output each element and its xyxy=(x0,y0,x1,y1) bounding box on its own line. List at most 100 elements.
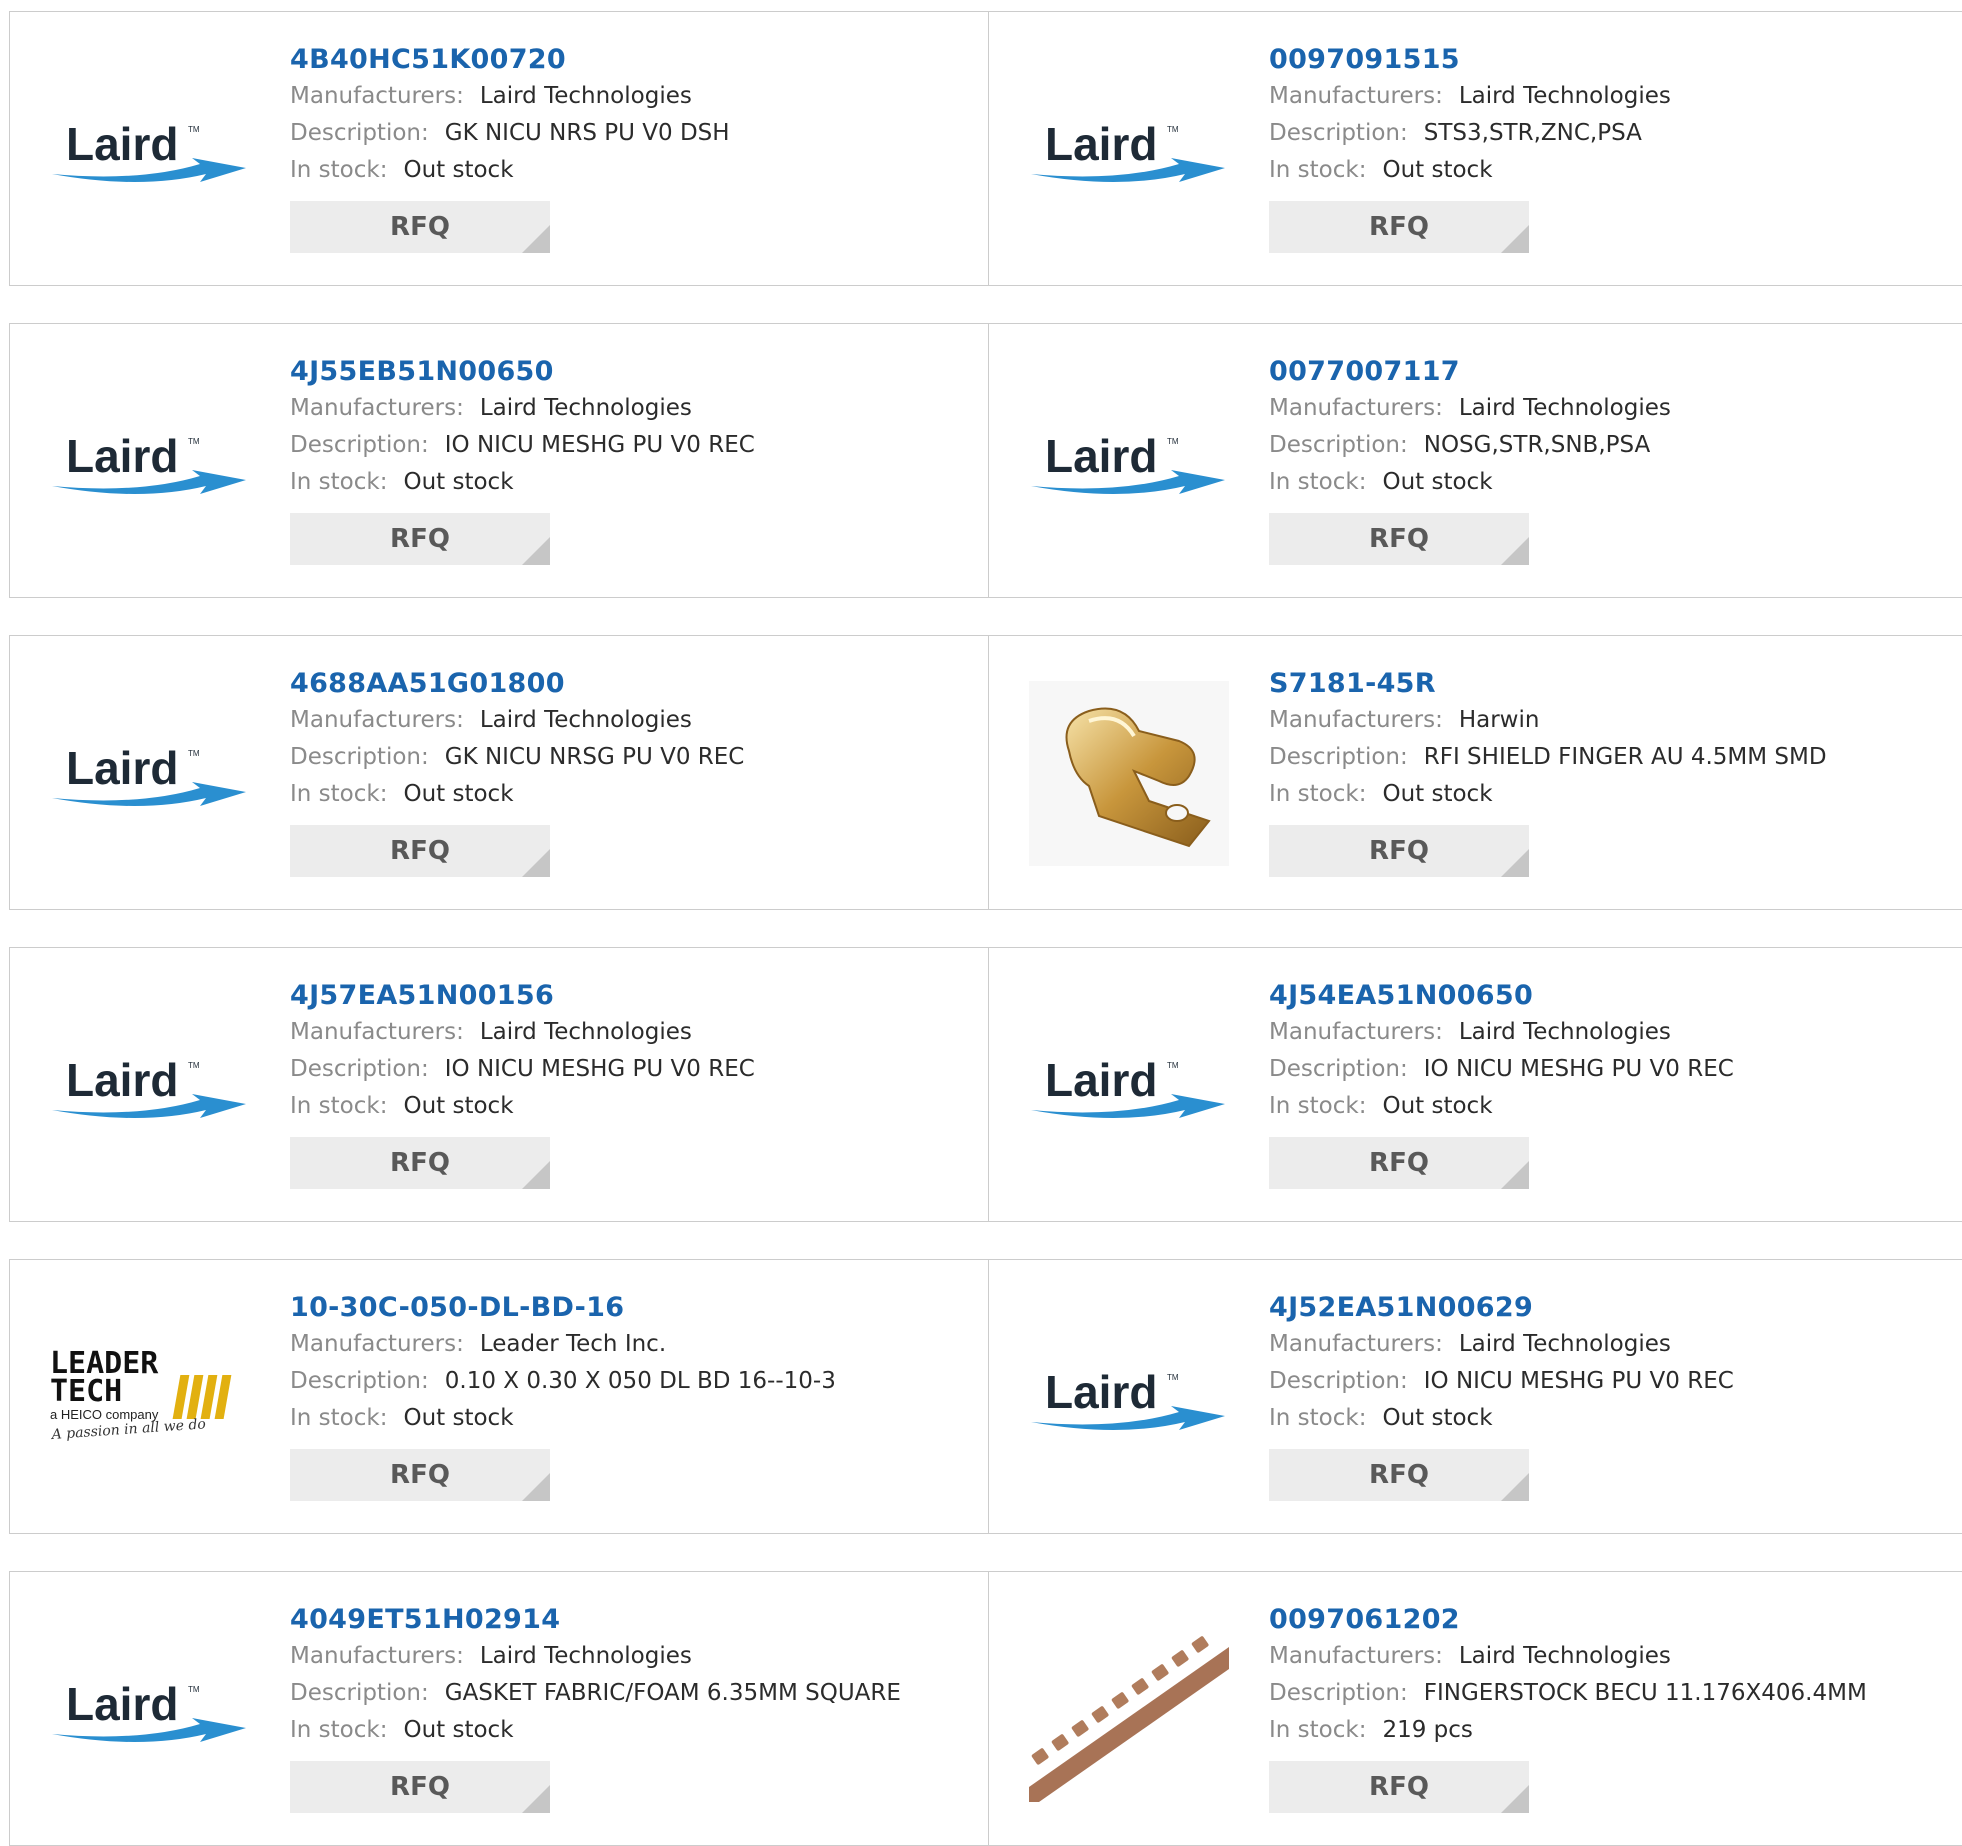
manufacturer-value: Laird Technologies xyxy=(1458,395,1671,421)
manufacturer-label: Manufacturers: xyxy=(1269,1643,1443,1669)
product-image[interactable]: Laird TM xyxy=(1029,57,1229,242)
rfq-button[interactable]: RFQ xyxy=(1269,513,1529,565)
product-image[interactable] xyxy=(1029,1617,1229,1802)
manufacturer-row: Manufacturers: Laird Technologies xyxy=(1269,1638,1961,1675)
part-number-link[interactable]: 4B40HC51K00720 xyxy=(290,42,978,78)
rfq-button[interactable]: RFQ xyxy=(290,201,550,253)
rfq-button-label: RFQ xyxy=(390,836,450,866)
product-grid: Laird TM 4B40HC51K00720 Manufacturers: Lai… xyxy=(0,0,1962,1846)
product-card-0097091515: Laird TM 0097091515 Manufacturers: Laird T… xyxy=(988,11,1962,286)
corner-triangle-icon xyxy=(1501,1785,1529,1813)
part-number-link[interactable]: 0077007117 xyxy=(1269,354,1961,390)
corner-triangle-icon xyxy=(522,1785,550,1813)
rfq-button[interactable]: RFQ xyxy=(290,1449,550,1501)
manufacturer-row: Manufacturers: Laird Technologies xyxy=(290,390,978,427)
manufacturer-value: Laird Technologies xyxy=(479,83,692,109)
rfq-button-label: RFQ xyxy=(390,1772,450,1802)
stock-row: In stock: Out stock xyxy=(1269,1088,1961,1125)
description-label: Description: xyxy=(290,744,429,770)
stock-label: In stock: xyxy=(290,781,388,807)
description-label: Description: xyxy=(1269,1680,1408,1706)
stock-value: Out stock xyxy=(1382,157,1493,183)
description-label: Description: xyxy=(1269,1056,1408,1082)
rfq-button[interactable]: RFQ xyxy=(1269,825,1529,877)
rfq-button[interactable]: RFQ xyxy=(290,1761,550,1813)
laird-logo-text: Laird xyxy=(1045,1054,1157,1106)
product-image[interactable] xyxy=(1029,681,1229,866)
manufacturer-value: Laird Technologies xyxy=(1458,1643,1671,1669)
stock-label: In stock: xyxy=(1269,157,1367,183)
description-label: Description: xyxy=(1269,744,1408,770)
manufacturer-row: Manufacturers: Laird Technologies xyxy=(1269,390,1961,427)
rfq-button[interactable]: RFQ xyxy=(1269,1449,1529,1501)
part-number-link[interactable]: 4J54EA51N00650 xyxy=(1269,978,1961,1014)
laird-logo-text: Laird xyxy=(1045,430,1157,482)
laird-logo: Laird TM xyxy=(1031,1366,1225,1430)
svg-text:TM: TM xyxy=(188,437,200,446)
product-image[interactable]: Laird TM xyxy=(50,1617,250,1802)
manufacturer-value: Laird Technologies xyxy=(479,1643,692,1669)
manufacturer-label: Manufacturers: xyxy=(290,83,464,109)
rfq-button-label: RFQ xyxy=(1369,524,1429,554)
stock-label: In stock: xyxy=(1269,781,1367,807)
product-info: 4B40HC51K00720 Manufacturers: Laird Techn… xyxy=(290,42,978,253)
part-number-link[interactable]: 0097061202 xyxy=(1269,1602,1961,1638)
part-number-link[interactable]: 10-30C-050-DL-BD-16 xyxy=(290,1290,978,1326)
description-value: GK NICU NRS PU V0 DSH xyxy=(444,120,730,146)
stock-row: In stock: Out stock xyxy=(290,464,978,501)
product-card-s7181-45r: S7181-45R Manufacturers: Harwin Descripti… xyxy=(988,635,1962,910)
product-image[interactable]: Laird TM xyxy=(50,57,250,242)
manufacturer-label: Manufacturers: xyxy=(1269,1019,1443,1045)
manufacturer-label: Manufacturers: xyxy=(1269,707,1443,733)
rfq-button[interactable]: RFQ xyxy=(290,825,550,877)
corner-triangle-icon xyxy=(522,537,550,565)
product-info: 0077007117 Manufacturers: Laird Technolog… xyxy=(1269,354,1961,565)
description-row: Description: NOSG,STR,SNB,PSA xyxy=(1269,427,1961,464)
fingerstock-image xyxy=(1029,1617,1229,1802)
corner-triangle-icon xyxy=(1501,1161,1529,1189)
part-number-link[interactable]: 4688AA51G01800 xyxy=(290,666,978,702)
rfq-button[interactable]: RFQ xyxy=(1269,1137,1529,1189)
product-card-4j55eb51n00650: Laird TM 4J55EB51N00650 Manufacturers: Lai… xyxy=(9,323,989,598)
part-number-link[interactable]: 0097091515 xyxy=(1269,42,1961,78)
product-card-0077007117: Laird TM 0077007117 Manufacturers: Laird T… xyxy=(988,323,1962,598)
corner-triangle-icon xyxy=(1501,1473,1529,1501)
description-label: Description: xyxy=(290,432,429,458)
stock-row: In stock: Out stock xyxy=(1269,776,1961,813)
product-image[interactable]: Laird TM xyxy=(50,369,250,554)
manufacturer-value: Laird Technologies xyxy=(1458,1019,1671,1045)
manufacturer-label: Manufacturers: xyxy=(1269,395,1443,421)
stock-row: In stock: Out stock xyxy=(290,152,978,189)
part-number-link[interactable]: 4049ET51H02914 xyxy=(290,1602,978,1638)
manufacturer-label: Manufacturers: xyxy=(1269,1331,1443,1357)
laird-logo: Laird TM xyxy=(1031,1054,1225,1118)
svg-text:TM: TM xyxy=(1167,1061,1179,1070)
product-info: 4J54EA51N00650 Manufacturers: Laird Techn… xyxy=(1269,978,1961,1189)
stock-value: Out stock xyxy=(403,1405,514,1431)
product-image[interactable]: Laird TM xyxy=(50,993,250,1178)
part-number-link[interactable]: 4J57EA51N00156 xyxy=(290,978,978,1014)
rfq-button[interactable]: RFQ xyxy=(1269,201,1529,253)
rfq-button[interactable]: RFQ xyxy=(1269,1761,1529,1813)
stock-row: In stock: 219 pcs xyxy=(1269,1712,1961,1749)
manufacturer-label: Manufacturers: xyxy=(290,1331,464,1357)
product-image[interactable]: Laird TM xyxy=(1029,369,1229,554)
stock-label: In stock: xyxy=(290,1717,388,1743)
description-value: STS3,STR,ZNC,PSA xyxy=(1423,120,1642,146)
product-image[interactable]: Laird TM xyxy=(50,681,250,866)
description-label: Description: xyxy=(1269,1368,1408,1394)
product-info: 0097061202 Manufacturers: Laird Technolog… xyxy=(1269,1602,1961,1813)
product-image[interactable]: LEADER TECH a HEICO company A passion in al… xyxy=(50,1305,250,1490)
part-number-link[interactable]: 4J55EB51N00650 xyxy=(290,354,978,390)
part-number-link[interactable]: 4J52EA51N00629 xyxy=(1269,1290,1961,1326)
description-label: Description: xyxy=(290,1680,429,1706)
part-number-link[interactable]: S7181-45R xyxy=(1269,666,1961,702)
description-row: Description: GK NICU NRSG PU V0 REC xyxy=(290,739,978,776)
rfq-button[interactable]: RFQ xyxy=(290,1137,550,1189)
product-image[interactable]: Laird TM xyxy=(1029,993,1229,1178)
manufacturer-value: Laird Technologies xyxy=(1458,83,1671,109)
rfq-button[interactable]: RFQ xyxy=(290,513,550,565)
product-image[interactable]: Laird TM xyxy=(1029,1305,1229,1490)
description-value: IO NICU MESHG PU V0 REC xyxy=(1423,1368,1734,1394)
description-row: Description: IO NICU MESHG PU V0 REC xyxy=(290,1051,978,1088)
